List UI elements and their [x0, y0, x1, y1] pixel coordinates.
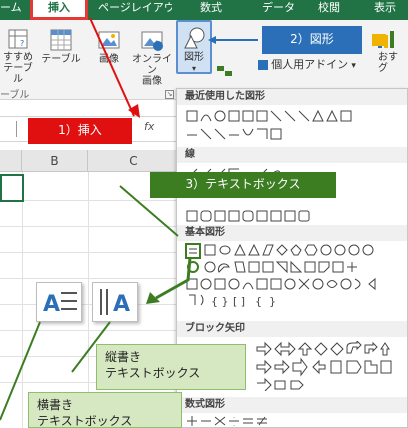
rectangle-shapes-icons [186, 210, 310, 222]
grid-line [0, 330, 180, 331]
recommended-pivot-label: すすめ テーブル [3, 52, 33, 85]
table-icon [50, 29, 72, 51]
section-block-arrows: ブロック矢印 [177, 321, 407, 337]
select-all-corner[interactable] [0, 150, 22, 172]
shapes-icon [184, 27, 205, 49]
tab-view[interactable]: 表示 [374, 0, 408, 20]
smartart-icon [217, 66, 232, 76]
equation-shape-icons [187, 416, 267, 426]
svg-text:?: ? [20, 39, 24, 48]
dialog-launcher-icon[interactable]: ↘ [165, 90, 174, 99]
horizontal-textbox-zoom[interactable]: A [36, 282, 82, 322]
grid-line [0, 200, 180, 201]
selected-cell[interactable] [0, 174, 24, 202]
name-box-divider [16, 121, 22, 137]
fx-icon[interactable]: fx [144, 120, 154, 133]
basic-shapes-icons: { } [ ] {} [185, 243, 376, 307]
vertical-textbox-icon: A [100, 289, 130, 317]
chevron-down-icon: ▾ [191, 64, 196, 73]
online-picture-icon [141, 31, 163, 51]
vertical-textbox-label: 縦書き テキストボックス [96, 344, 246, 390]
column-header-c[interactable]: C [88, 150, 180, 172]
rectangles-row[interactable] [185, 209, 405, 223]
chevron-down-icon: ▾ [351, 61, 356, 71]
section-lines: 線 [177, 147, 407, 163]
horizontal-textbox-label: 横書き テキストボックス [28, 392, 182, 428]
table-button[interactable]: テーブル [40, 28, 82, 65]
store-icon[interactable] [372, 34, 386, 46]
recent-shapes-row[interactable] [185, 109, 405, 145]
textbox-callout: 3）テキストボックス [150, 172, 336, 198]
addins-label: 個人用アドイン [271, 58, 349, 71]
equation-shapes-row[interactable] [185, 415, 405, 427]
section-equation-shapes: 数式図形 [177, 397, 407, 413]
shapes-callout: 2）図形 [262, 26, 362, 54]
svg-text:A: A [113, 292, 130, 317]
ribbon-tab-bar: ーム 挿入 ページレイアウト 数式 データ 校閲 表示 [0, 0, 408, 20]
group-label-table: ーブル [0, 90, 30, 101]
grid-line [0, 278, 180, 279]
vertical-textbox-zoom[interactable]: A [92, 282, 138, 322]
tab-formulas[interactable]: 数式 [200, 0, 230, 20]
picture-label: 画像 [99, 54, 119, 65]
grid-line [0, 226, 180, 227]
column-header-b[interactable]: B [22, 150, 88, 172]
addins-button[interactable]: 個人用アドイン ▾ [258, 58, 362, 73]
grid-line [0, 304, 180, 305]
horizontal-textbox-icon: A [43, 292, 77, 317]
online-picture-label: オンライン 画像 [132, 54, 172, 87]
grid-line [88, 172, 89, 428]
svg-text:[ ]: [ ] [233, 295, 245, 307]
pivot-table-icon: ? [8, 29, 28, 49]
tab-data[interactable]: データ [262, 0, 296, 20]
picture-icon [98, 31, 120, 49]
recommended-pivot-button[interactable]: ? すすめ テーブル [0, 28, 36, 85]
insert-callout: 1）挿入 [28, 118, 132, 144]
shapes-label: 図形 [184, 52, 204, 63]
svg-text:{: { [255, 295, 262, 307]
tab-page-layout[interactable]: ページレイアウト [98, 0, 172, 20]
grid-line [22, 172, 23, 428]
online-picture-button[interactable]: オンライン 画像 [130, 28, 174, 87]
grid-line [0, 252, 180, 253]
tab-insert[interactable]: 挿入 [30, 0, 88, 20]
tab-review[interactable]: 校閲 [318, 0, 348, 20]
section-recent-shapes: 最近使用した図形 [177, 89, 407, 105]
table-label: テーブル [41, 54, 81, 65]
svg-text:}: } [269, 295, 276, 307]
basic-shapes-row[interactable]: { } [ ] {} [185, 243, 405, 307]
addins-icon [258, 60, 268, 70]
more-shapes-button[interactable] [214, 64, 236, 81]
svg-text:{ }: { } [211, 295, 229, 307]
shapes-button[interactable]: 図形 ▾ [176, 20, 212, 74]
picture-button[interactable]: 画像 [92, 28, 126, 65]
tab-home[interactable]: ーム [0, 0, 22, 20]
recent-shapes-icons [186, 109, 352, 140]
recommended-charts-label: おす グ [378, 52, 398, 74]
svg-text:A: A [43, 292, 60, 317]
section-basic-shapes: 基本図形 [177, 225, 407, 241]
